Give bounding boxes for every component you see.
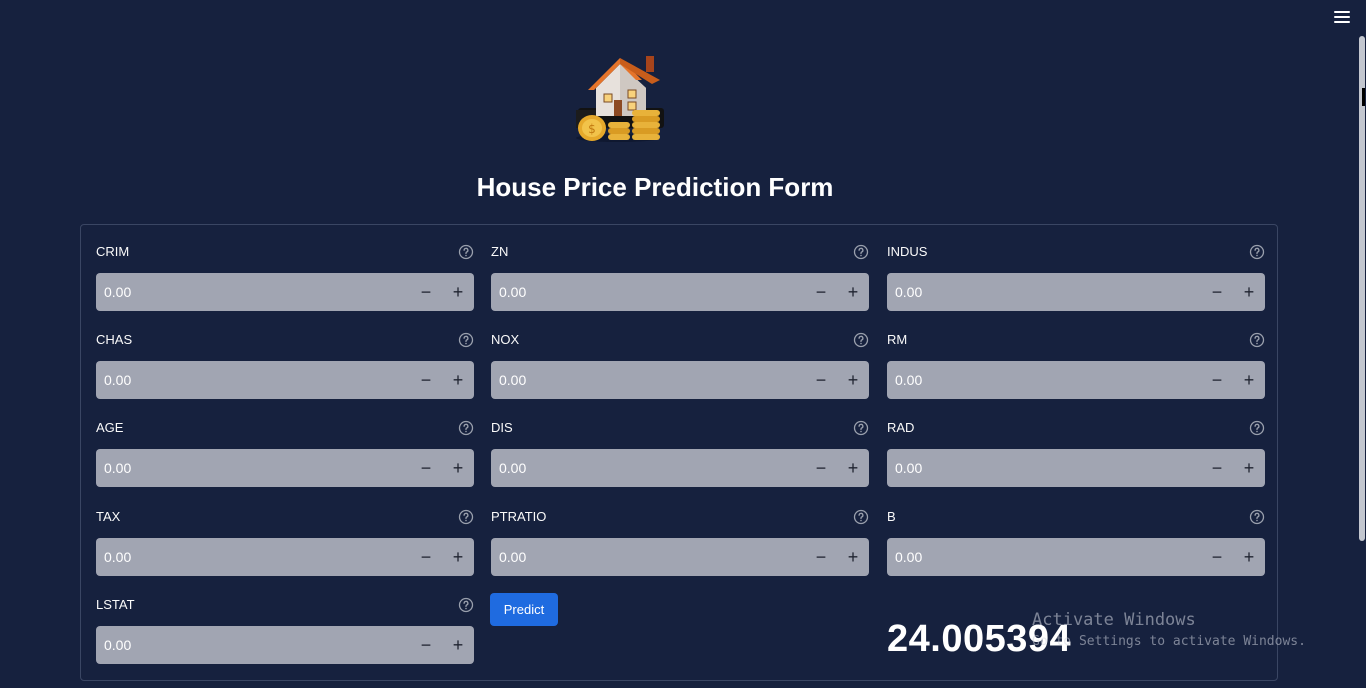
- help-icon[interactable]: [1249, 509, 1265, 525]
- increment-button[interactable]: +: [1233, 538, 1265, 576]
- decrement-button[interactable]: −: [410, 538, 442, 576]
- increment-button[interactable]: +: [442, 449, 474, 487]
- number-input-zn: 0.00− +: [491, 273, 869, 311]
- number-input-b: 0.00− +: [887, 538, 1265, 576]
- field-label: CRIM: [96, 244, 130, 259]
- hamburger-menu-icon[interactable]: [1332, 8, 1352, 26]
- mouse-cursor: [1362, 88, 1365, 106]
- number-value[interactable]: 0.00: [887, 372, 1201, 388]
- number-value[interactable]: 0.00: [491, 372, 805, 388]
- help-icon[interactable]: [853, 332, 869, 348]
- increment-button[interactable]: +: [1233, 361, 1265, 399]
- help-icon[interactable]: [853, 420, 869, 436]
- help-icon[interactable]: [1249, 420, 1265, 436]
- house-coins-logo: $: [576, 56, 664, 142]
- decrement-button[interactable]: −: [805, 538, 837, 576]
- page-scrollbar[interactable]: [1359, 36, 1365, 541]
- help-icon[interactable]: [1249, 244, 1265, 260]
- number-value[interactable]: 0.00: [96, 460, 410, 476]
- decrement-button[interactable]: −: [410, 273, 442, 311]
- field-label: TAX: [96, 509, 121, 524]
- increment-button[interactable]: +: [1233, 449, 1265, 487]
- decrement-button[interactable]: −: [410, 626, 442, 664]
- decrement-button[interactable]: −: [1201, 361, 1233, 399]
- field-label: B: [887, 509, 896, 524]
- help-icon[interactable]: [853, 509, 869, 525]
- increment-button[interactable]: +: [442, 626, 474, 664]
- field-label: ZN: [491, 244, 509, 259]
- number-value[interactable]: 0.00: [96, 284, 410, 300]
- field-label: AGE: [96, 420, 124, 435]
- number-value[interactable]: 0.00: [491, 284, 805, 300]
- help-icon[interactable]: [458, 332, 474, 348]
- number-input-tax: 0.00− +: [96, 538, 474, 576]
- number-value[interactable]: 0.00: [96, 372, 410, 388]
- watermark-subtitle: Go to Settings to activate Windows.: [1032, 634, 1306, 649]
- increment-button[interactable]: +: [837, 449, 869, 487]
- decrement-button[interactable]: −: [1201, 449, 1233, 487]
- page-title: House Price Prediction Form: [476, 172, 834, 202]
- increment-button[interactable]: +: [837, 538, 869, 576]
- number-value[interactable]: 0.00: [491, 549, 805, 565]
- number-value[interactable]: 0.00: [96, 549, 410, 565]
- svg-text:$: $: [588, 122, 596, 136]
- activate-windows-watermark: Activate Windows Go to Settings to activ…: [1032, 610, 1306, 649]
- field-label: INDUS: [887, 244, 928, 259]
- number-value[interactable]: 0.00: [887, 284, 1201, 300]
- increment-button[interactable]: +: [442, 273, 474, 311]
- number-input-nox: 0.00− +: [491, 361, 869, 399]
- number-value[interactable]: 0.00: [96, 637, 410, 653]
- increment-button[interactable]: +: [442, 538, 474, 576]
- number-input-chas: 0.00− +: [96, 361, 474, 399]
- predict-button[interactable]: Predict: [490, 593, 558, 626]
- number-input-rm: 0.00− +: [887, 361, 1265, 399]
- help-icon[interactable]: [1249, 332, 1265, 348]
- field-label: CHAS: [96, 332, 133, 347]
- decrement-button[interactable]: −: [805, 361, 837, 399]
- number-input-rad: 0.00− +: [887, 449, 1265, 487]
- number-input-age: 0.00− +: [96, 449, 474, 487]
- field-label: DIS: [491, 420, 513, 435]
- number-input-ptratio: 0.00− +: [491, 538, 869, 576]
- increment-button[interactable]: +: [837, 273, 869, 311]
- decrement-button[interactable]: −: [1201, 538, 1233, 576]
- help-icon[interactable]: [458, 420, 474, 436]
- increment-button[interactable]: +: [442, 361, 474, 399]
- field-label: PTRATIO: [491, 509, 547, 524]
- decrement-button[interactable]: −: [410, 361, 442, 399]
- number-input-lstat: 0.00− +: [96, 626, 474, 664]
- field-label: NOX: [491, 332, 520, 347]
- number-input-crim: 0.00− +: [96, 273, 474, 311]
- decrement-button[interactable]: −: [805, 273, 837, 311]
- help-icon[interactable]: [458, 597, 474, 613]
- increment-button[interactable]: +: [837, 361, 869, 399]
- number-input-dis: 0.00− +: [491, 449, 869, 487]
- field-label: LSTAT: [96, 597, 135, 612]
- decrement-button[interactable]: −: [1201, 273, 1233, 311]
- decrement-button[interactable]: −: [805, 449, 837, 487]
- number-value[interactable]: 0.00: [491, 460, 805, 476]
- number-input-indus: 0.00− +: [887, 273, 1265, 311]
- number-value[interactable]: 0.00: [887, 549, 1201, 565]
- decrement-button[interactable]: −: [410, 449, 442, 487]
- help-icon[interactable]: [458, 244, 474, 260]
- watermark-title: Activate Windows: [1032, 610, 1196, 630]
- help-icon[interactable]: [853, 244, 869, 260]
- field-label: RM: [887, 332, 908, 347]
- field-label: RAD: [887, 420, 915, 435]
- increment-button[interactable]: +: [1233, 273, 1265, 311]
- help-icon[interactable]: [458, 509, 474, 525]
- number-value[interactable]: 0.00: [887, 460, 1201, 476]
